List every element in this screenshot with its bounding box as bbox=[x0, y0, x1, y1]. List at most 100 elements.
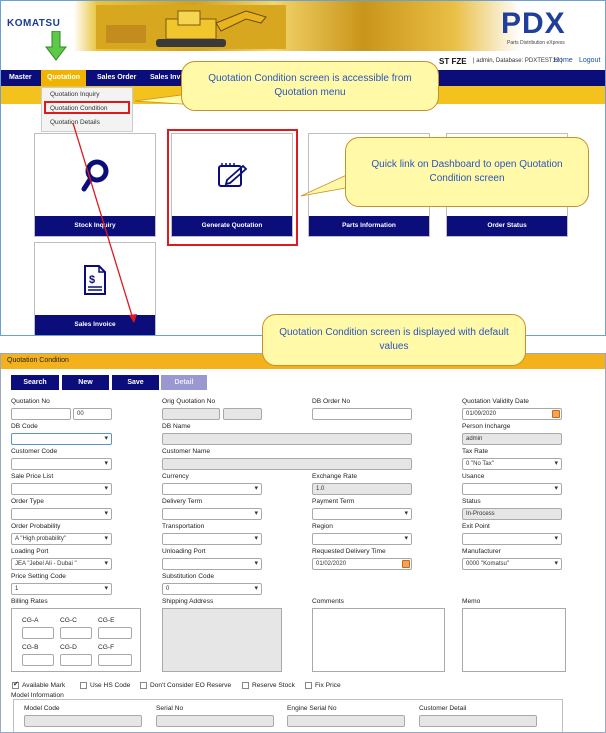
label-price-setting-code: Price Setting Code bbox=[11, 573, 66, 580]
label-quotation-validity-date: Quotation Validity Date bbox=[462, 398, 529, 405]
comments-textarea[interactable] bbox=[312, 608, 445, 672]
order-probability-select[interactable]: A "High probability" bbox=[11, 533, 112, 545]
usance-select[interactable] bbox=[462, 483, 562, 495]
label-currency: Currency bbox=[162, 473, 189, 480]
quotation-suffix-input[interactable]: 00 bbox=[73, 408, 112, 420]
col-engine-serial-no: Engine Serial No bbox=[287, 705, 337, 712]
label-status: Status bbox=[462, 498, 481, 505]
detail-button[interactable]: Detail bbox=[161, 375, 207, 390]
label-region: Region bbox=[312, 523, 333, 530]
label-shipping-address: Shipping Address bbox=[162, 598, 214, 605]
label-usance: Usance bbox=[462, 473, 485, 480]
region-select[interactable] bbox=[312, 533, 412, 545]
fix-price-checkbox[interactable] bbox=[305, 682, 312, 689]
unloading-port-select[interactable] bbox=[162, 558, 262, 570]
db-order-no-input[interactable] bbox=[312, 408, 412, 420]
label-quotation-no: Quotation No bbox=[11, 398, 50, 405]
label-billing-rates: Billing Rates bbox=[11, 598, 48, 605]
label-available-mark: Available Mark bbox=[22, 682, 66, 689]
label-order-probability: Order Probability bbox=[11, 523, 61, 530]
manufacturer-select[interactable]: 0000 "Komatsu" bbox=[462, 558, 562, 570]
label-exchange-rate: Exchange Rate bbox=[312, 473, 358, 480]
price-setting-code-select[interactable]: 1 bbox=[11, 583, 112, 595]
label-order-type: Order Type bbox=[11, 498, 44, 505]
label-delivery-term: Delivery Term bbox=[162, 498, 203, 505]
reserve-stock-checkbox[interactable] bbox=[242, 682, 249, 689]
currency-select[interactable] bbox=[162, 483, 262, 495]
label-reserve-stock: Reserve Stock bbox=[252, 682, 295, 689]
cg-c-input[interactable] bbox=[60, 627, 92, 639]
label-memo: Memo bbox=[462, 598, 481, 605]
loading-port-select[interactable]: JEA "Jebel Ali - Dubai " bbox=[11, 558, 112, 570]
label-manufacturer: Manufacturer bbox=[462, 548, 501, 555]
customer-code-select[interactable] bbox=[11, 458, 112, 470]
col-customer-detail: Customer Detail bbox=[419, 705, 467, 712]
model-code-input bbox=[24, 715, 142, 727]
label-db-code: DB Code bbox=[11, 423, 38, 430]
label-dont-consider-eo-reserve: Don't Consider EO Reserve bbox=[150, 682, 232, 689]
quotation-validity-date-input[interactable]: 01/09/2020 bbox=[462, 408, 562, 420]
label-exit-point: Exit Point bbox=[462, 523, 490, 530]
label-cg-b: CG-B bbox=[22, 644, 39, 651]
label-customer-code: Customer Code bbox=[11, 448, 58, 455]
orig-quotation-no-input bbox=[162, 408, 220, 420]
dont-consider-eo-reserve-checkbox[interactable] bbox=[140, 682, 147, 689]
callout-menu: Quotation Condition screen is accessible… bbox=[181, 61, 439, 111]
label-db-order-no: DB Order No bbox=[312, 398, 351, 405]
cg-e-input[interactable] bbox=[98, 627, 132, 639]
available-mark-checkbox[interactable] bbox=[12, 680, 19, 689]
cg-a-input[interactable] bbox=[22, 627, 54, 639]
engine-serial-no-input bbox=[287, 715, 405, 727]
shipping-address-area bbox=[162, 608, 282, 672]
payment-term-select[interactable] bbox=[312, 508, 412, 520]
order-type-select[interactable] bbox=[11, 508, 112, 520]
label-model-information: Model Information bbox=[11, 692, 64, 699]
substitution-code-select[interactable]: 0 bbox=[162, 583, 262, 595]
customer-detail-input bbox=[419, 715, 537, 727]
label-comments: Comments bbox=[312, 598, 344, 605]
label-substitution-code: Substitution Code bbox=[162, 573, 215, 580]
use-hs-code-checkbox[interactable] bbox=[80, 682, 87, 689]
col-serial-no: Serial No bbox=[156, 705, 184, 712]
delivery-term-select[interactable] bbox=[162, 508, 262, 520]
cg-b-input[interactable] bbox=[22, 654, 54, 666]
label-loading-port: Loading Port bbox=[11, 548, 49, 555]
label-orig-quotation-no: Orig Quotation No bbox=[162, 398, 216, 405]
calendar-icon[interactable] bbox=[402, 560, 410, 568]
quotation-no-input[interactable] bbox=[11, 408, 71, 420]
quotation-validity-date-value: 01/09/2020 bbox=[466, 411, 497, 417]
label-use-hs-code: Use HS Code bbox=[90, 682, 131, 689]
label-db-name: DB Name bbox=[162, 423, 191, 430]
orig-quotation-suffix-input bbox=[223, 408, 262, 420]
exchange-rate-input: 1.0 bbox=[312, 483, 412, 495]
db-name-input bbox=[162, 433, 412, 445]
label-unloading-port: Unloading Port bbox=[162, 548, 206, 555]
label-payment-term: Payment Term bbox=[312, 498, 355, 505]
transportation-select[interactable] bbox=[162, 533, 262, 545]
billing-rates-box: CG-A CG-C CG-E CG-B CG-D CG-F bbox=[11, 608, 141, 672]
requested-delivery-time-input[interactable]: 01/02/2020 bbox=[312, 558, 412, 570]
label-cg-a: CG-A bbox=[22, 617, 39, 624]
tax-rate-select[interactable]: 0 "No Tax" bbox=[462, 458, 562, 470]
save-button[interactable]: Save bbox=[112, 375, 159, 390]
label-transportation: Transportation bbox=[162, 523, 205, 530]
exit-point-select[interactable] bbox=[462, 533, 562, 545]
cg-d-input[interactable] bbox=[60, 654, 92, 666]
quotation-condition-screen: Quotation Condition Search New Save Deta… bbox=[0, 353, 606, 733]
label-cg-e: CG-E bbox=[98, 617, 115, 624]
label-fix-price: Fix Price bbox=[315, 682, 341, 689]
db-code-select[interactable] bbox=[11, 433, 112, 445]
sale-price-list-select[interactable] bbox=[11, 483, 112, 495]
new-button[interactable]: New bbox=[62, 375, 109, 390]
dashboard-screenshot: KOMATSU PDX Parts Distribution eXpress S… bbox=[0, 0, 606, 336]
status-input: In-Process bbox=[462, 508, 562, 520]
memo-textarea[interactable] bbox=[462, 608, 566, 672]
col-model-code: Model Code bbox=[24, 705, 60, 712]
serial-no-input bbox=[156, 715, 274, 727]
label-customer-name: Customer Name bbox=[162, 448, 211, 455]
callout-form: Quotation Condition screen is displayed … bbox=[262, 314, 526, 366]
person-incharge-input: admin bbox=[462, 433, 562, 445]
cg-f-input[interactable] bbox=[98, 654, 132, 666]
calendar-icon[interactable] bbox=[552, 410, 560, 418]
search-button[interactable]: Search bbox=[11, 375, 59, 390]
